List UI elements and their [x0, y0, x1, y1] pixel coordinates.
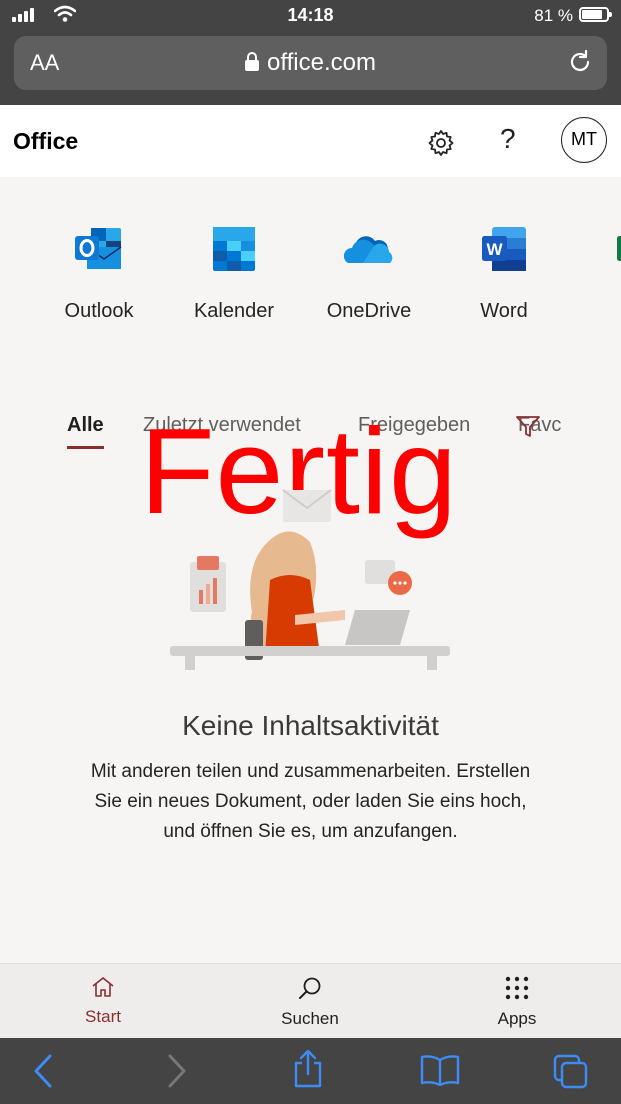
app-word[interactable]: W Word — [444, 225, 564, 323]
apps-grid-icon — [505, 976, 529, 1000]
nav-label: Apps — [497, 1009, 537, 1028]
forward-chevron-icon[interactable] — [166, 1054, 188, 1088]
nav-label: Start — [85, 1007, 121, 1026]
status-time: 14:18 — [287, 5, 334, 25]
app-label: Kalender — [193, 300, 275, 322]
active-tab-indicator — [67, 446, 104, 449]
home-icon — [92, 977, 114, 997]
nav-search[interactable]: Suchen — [250, 976, 370, 1029]
share-icon[interactable] — [292, 1050, 324, 1088]
status-bar: 14:18 81 % — [0, 0, 621, 32]
bottom-navigation: Start Suchen Apps — [0, 963, 621, 1039]
nav-apps[interactable]: Apps — [457, 976, 577, 1029]
app-label: Word — [480, 300, 528, 322]
tab-all[interactable]: Alle — [67, 414, 104, 437]
app-header: Office ? MT — [0, 105, 621, 177]
svg-text:W: W — [486, 240, 503, 259]
app-label: OneDrive — [326, 300, 412, 322]
app-label: E — [579, 300, 621, 323]
browser-toolbar — [0, 1038, 621, 1104]
nav-start[interactable]: Start — [43, 976, 163, 1027]
app-calendar[interactable]: Kalender — [174, 225, 294, 323]
back-chevron-icon[interactable] — [32, 1054, 54, 1088]
app-label: Outlook — [64, 300, 134, 322]
app-onedrive[interactable]: OneDrive — [309, 225, 429, 323]
word-icon: W — [482, 227, 526, 271]
nav-label: Suchen — [281, 1009, 339, 1028]
reload-icon[interactable] — [567, 49, 593, 75]
browser-chrome: AA office.com — [0, 32, 621, 105]
battery-percentage: 81 % — [534, 6, 573, 25]
onedrive-icon — [343, 236, 393, 263]
bookmarks-icon[interactable] — [420, 1054, 460, 1086]
lock-icon — [245, 52, 260, 71]
empty-state-title: Keine Inhaltsaktivität — [182, 710, 439, 741]
settings-gear-icon[interactable] — [427, 129, 455, 157]
url-field[interactable]: office.com — [14, 49, 607, 77]
filter-icon[interactable] — [516, 416, 540, 438]
address-bar[interactable]: AA office.com — [14, 36, 607, 90]
app-launcher: Outlook Kalender OneDrive W Word — [0, 177, 621, 337]
battery-icon — [579, 7, 612, 22]
empty-state-illustration — [170, 489, 450, 670]
excel-icon — [617, 236, 621, 261]
search-icon — [299, 977, 321, 999]
app-outlook[interactable]: Outlook — [39, 225, 159, 323]
tabs-icon[interactable] — [553, 1054, 589, 1090]
calendar-icon — [213, 227, 255, 271]
app-excel[interactable]: E — [579, 225, 621, 323]
office-logo[interactable]: Office — [13, 128, 78, 155]
url-text: office.com — [267, 49, 376, 76]
empty-state-description: Mit anderen teilen und zusammenarbeiten.… — [90, 761, 531, 842]
avatar[interactable]: MT — [561, 117, 607, 163]
outlook-icon — [75, 228, 122, 269]
help-button[interactable]: ? — [500, 123, 516, 155]
